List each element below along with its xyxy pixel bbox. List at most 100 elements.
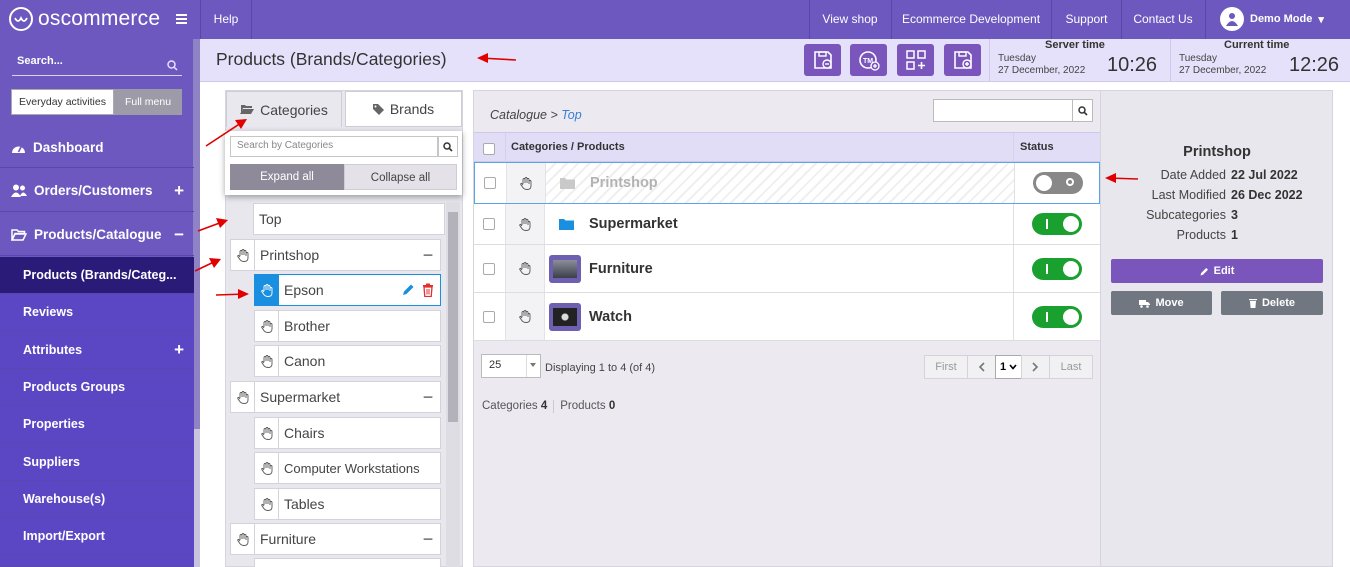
table-row-printshop[interactable]: Printshop <box>474 162 1100 204</box>
sidebar-subitem-products-groups[interactable]: Products Groups <box>0 369 194 406</box>
drag-hand-icon[interactable] <box>231 382 255 412</box>
help-link[interactable]: Help <box>201 0 251 39</box>
add-brand-button[interactable]: TM <box>850 44 887 76</box>
tree-node-brother[interactable]: Brother <box>254 310 441 342</box>
table-row-furniture[interactable]: Furniture <box>474 245 1100 293</box>
row-name[interactable]: Furniture <box>589 261 653 277</box>
sidebar-subitem-suppliers[interactable]: Suppliers <box>0 443 194 481</box>
breadcrumb-current[interactable]: Top <box>561 108 581 122</box>
category-search-button[interactable] <box>438 136 458 157</box>
listing-search-input[interactable] <box>933 99 1073 122</box>
trash-icon[interactable] <box>422 283 434 297</box>
tree-node-chairs[interactable]: Chairs <box>254 417 441 449</box>
tab-brands[interactable]: Brands <box>345 91 462 127</box>
sidebar-subitem-attributes[interactable]: Attributes + <box>0 331 194 369</box>
sidebar-item-products-catalogue[interactable]: Products/Catalogue − <box>0 214 194 256</box>
row-checkbox[interactable] <box>483 310 495 323</box>
tree-node-supermarket[interactable]: Supermarket − <box>230 381 441 413</box>
status-toggle-on[interactable] <box>1032 213 1082 235</box>
table-row-supermarket[interactable]: Supermarket <box>474 204 1100 245</box>
drag-hand-icon[interactable] <box>505 245 545 292</box>
tab-categories[interactable]: Categories <box>226 91 342 127</box>
row-checkbox[interactable] <box>483 218 495 230</box>
drag-hand-icon[interactable] <box>255 346 279 376</box>
sidebar-subitem-import-export[interactable]: Import/Export <box>0 518 194 555</box>
status-toggle-on[interactable] <box>1032 305 1082 328</box>
support-link[interactable]: Support <box>1052 0 1121 39</box>
drag-hand-icon[interactable] <box>255 489 279 519</box>
tree-scrollbar-thumb[interactable] <box>448 212 458 422</box>
row-checkbox[interactable] <box>483 262 495 275</box>
page-select[interactable]: 1 <box>995 355 1022 379</box>
column-header-status[interactable]: Status <box>1020 141 1054 153</box>
save-remove-button[interactable] <box>804 44 841 76</box>
tree-node-epson[interactable]: Epson <box>254 274 441 306</box>
pencil-edit-icon[interactable] <box>401 283 415 297</box>
prev-page-button[interactable] <box>967 355 996 379</box>
sidebar-item-orders-customers[interactable]: Orders/Customers + <box>0 170 194 212</box>
drag-hand-icon[interactable] <box>505 204 545 244</box>
drag-hand-icon[interactable] <box>255 453 279 483</box>
last-page-button[interactable]: Last <box>1049 355 1093 379</box>
first-page-button[interactable]: First <box>924 355 968 379</box>
view-shop-link[interactable]: View shop <box>810 0 890 39</box>
collapse-minus-icon[interactable]: − <box>174 225 184 245</box>
sidebar-subitem-reviews[interactable]: Reviews <box>0 294 194 331</box>
status-toggle-off[interactable] <box>1033 172 1083 194</box>
row-name[interactable]: Printshop <box>590 175 658 191</box>
collapse-minus-icon[interactable]: − <box>416 387 440 408</box>
everyday-activities-button[interactable]: Everyday activities <box>11 89 114 115</box>
collapse-minus-icon[interactable]: − <box>416 529 440 550</box>
sidebar-subitem-properties[interactable]: Properties <box>0 406 194 443</box>
tree-node-tables[interactable]: Tables <box>254 488 441 520</box>
save-add-button[interactable] <box>944 44 981 76</box>
drag-hand-icon[interactable] <box>255 275 279 305</box>
sidebar-subitem-products-brands-categories[interactable]: Products (Brands/Categ... <box>0 257 194 294</box>
tree-node-partial[interactable] <box>254 558 441 567</box>
delete-button[interactable]: Delete <box>1221 291 1323 315</box>
sidebar-search[interactable]: Search... <box>12 52 182 76</box>
per-page-select[interactable]: 25 <box>481 354 541 378</box>
sidebar-subitem-warehouses[interactable]: Warehouse(s) <box>0 481 194 518</box>
drag-hand-icon[interactable] <box>231 240 255 270</box>
category-search-input[interactable]: Search by Categories <box>230 136 438 157</box>
next-page-button[interactable] <box>1021 355 1050 379</box>
drag-hand-icon[interactable] <box>255 311 279 341</box>
drag-hand-icon[interactable] <box>255 418 279 448</box>
collapse-all-button[interactable]: Collapse all <box>344 164 457 190</box>
drag-hand-icon[interactable] <box>231 524 255 554</box>
tree-node-canon[interactable]: Canon <box>254 345 441 377</box>
row-name[interactable]: Watch <box>589 309 632 325</box>
move-button[interactable]: Move <box>1111 291 1212 315</box>
logo[interactable]: oscommerce <box>8 5 160 33</box>
drag-hand-icon[interactable] <box>505 293 545 340</box>
tree-node-computer-workstations[interactable]: Computer Workstations <box>254 452 441 484</box>
ecommerce-development-link[interactable]: Ecommerce Development <box>892 0 1050 39</box>
sidebar-scrollbar-thumb[interactable] <box>193 39 200 429</box>
row-name[interactable]: Supermarket <box>589 216 678 232</box>
drag-hand-icon[interactable] <box>506 163 546 203</box>
expand-all-button[interactable]: Expand all <box>230 164 344 190</box>
tree-node-furniture[interactable]: Furniture − <box>230 523 441 555</box>
expand-plus-icon[interactable]: + <box>174 181 184 201</box>
sidebar-item-dashboard[interactable]: Dashboard <box>0 128 194 168</box>
contact-us-link[interactable]: Contact Us <box>1122 0 1204 39</box>
select-all-checkbox[interactable] <box>483 143 495 155</box>
user-menu[interactable]: Demo Mode ▾ <box>1220 6 1324 32</box>
collapse-minus-icon[interactable]: − <box>416 245 440 266</box>
hamburger-menu-icon[interactable] <box>176 11 190 27</box>
row-checkbox[interactable] <box>484 177 496 189</box>
full-menu-button[interactable]: Full menu <box>114 89 182 115</box>
listing-search-button[interactable] <box>1072 99 1093 122</box>
table-row-watch[interactable]: Watch <box>474 293 1100 341</box>
expand-plus-icon[interactable]: + <box>174 340 184 360</box>
status-toggle-on[interactable] <box>1032 257 1082 280</box>
breadcrumb-root[interactable]: Catalogue <box>490 108 547 122</box>
column-header-name[interactable]: Categories / Products <box>511 141 625 153</box>
edit-button[interactable]: Edit <box>1111 259 1323 283</box>
tree-node-printshop[interactable]: Printshop − <box>230 239 441 271</box>
search-icon[interactable] <box>167 60 178 71</box>
sidebar-subitem-partial[interactable] <box>0 555 194 567</box>
tree-node-top[interactable]: Top <box>253 203 445 235</box>
add-category-button[interactable] <box>897 44 934 76</box>
